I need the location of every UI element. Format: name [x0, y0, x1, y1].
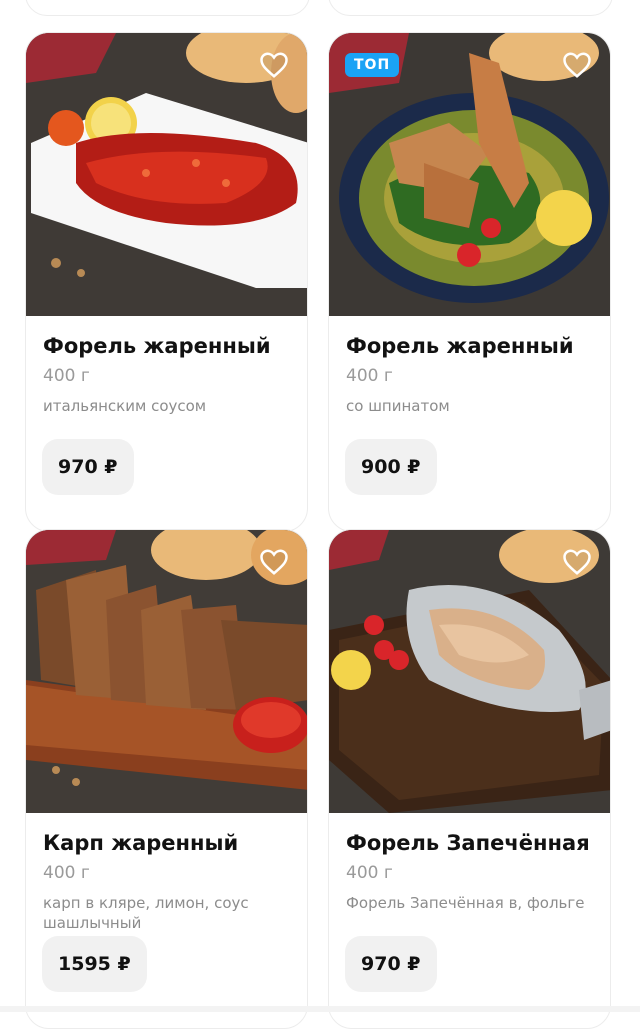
previous-card-bottom-left — [25, 0, 310, 16]
previous-card-bottom-right — [328, 0, 613, 16]
favorite-heart-icon[interactable] — [259, 548, 289, 576]
product-weight: 400 г — [346, 366, 393, 386]
price-button[interactable]: 900 ₽ — [345, 439, 437, 495]
product-card[interactable]: Карп жаренный 400 г карп в кляре, лимон,… — [25, 529, 308, 1029]
top-badge: ТОП — [345, 53, 400, 77]
product-title: Форель Запечённая — [346, 831, 590, 855]
product-title: Форель жаренный — [346, 334, 574, 358]
price-button[interactable]: 970 ₽ — [345, 936, 437, 992]
product-title: Форель жаренный — [43, 334, 271, 358]
product-description: со шпинатом — [346, 397, 450, 415]
favorite-heart-icon[interactable] — [562, 51, 592, 79]
product-weight: 400 г — [43, 366, 90, 386]
product-card[interactable]: Форель Запечённая 400 г Форель Запечённа… — [328, 529, 611, 1029]
product-card[interactable]: Форель жаренный 400 г итальянским соусом… — [25, 32, 308, 532]
bottom-bar-edge — [0, 1006, 640, 1012]
price-button[interactable]: 970 ₽ — [42, 439, 134, 495]
product-title: Карп жаренный — [43, 831, 239, 855]
favorite-heart-icon[interactable] — [562, 548, 592, 576]
product-description: итальянским соусом — [43, 397, 207, 415]
product-weight: 400 г — [43, 863, 90, 883]
product-description: Форель Запечённая в, фольге — [346, 894, 585, 912]
favorite-heart-icon[interactable] — [259, 51, 289, 79]
product-description: карп в кляре, лимон, соус шашлычный — [43, 894, 249, 932]
price-button[interactable]: 1595 ₽ — [42, 936, 147, 992]
product-card[interactable]: ТОП Форель жаренный 400 г со шпинатом 90… — [328, 32, 611, 532]
product-weight: 400 г — [346, 863, 393, 883]
